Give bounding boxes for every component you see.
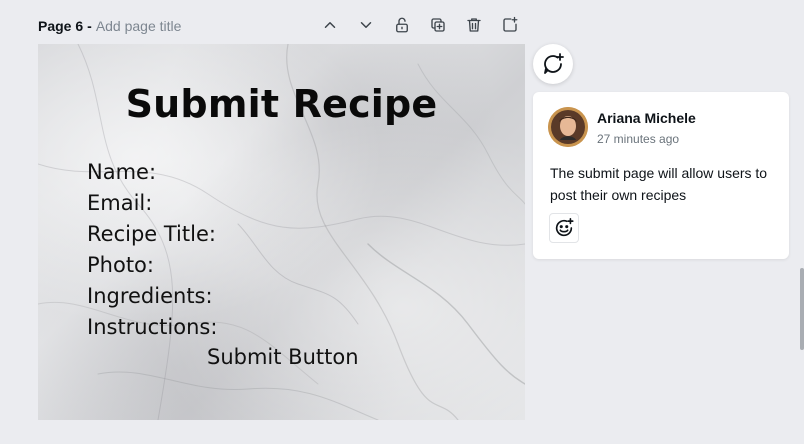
comment-card: Ariana Michele 27 minutes ago The submit… bbox=[533, 92, 789, 259]
move-page-down-button[interactable] bbox=[354, 13, 378, 37]
add-page-button[interactable] bbox=[498, 13, 522, 37]
recipe-heading[interactable]: Submit Recipe bbox=[38, 82, 525, 126]
move-page-up-button[interactable] bbox=[318, 13, 342, 37]
field-email-label[interactable]: Email: bbox=[87, 188, 217, 219]
add-comment-button[interactable] bbox=[533, 44, 573, 84]
trash-icon bbox=[467, 18, 481, 32]
user-photo-icon bbox=[548, 107, 588, 147]
field-instructions-label[interactable]: Instructions: bbox=[87, 312, 217, 343]
chevron-down-icon bbox=[360, 22, 372, 28]
comment-author: Ariana Michele bbox=[597, 110, 696, 126]
comment-text: The submit page will allow users to post… bbox=[550, 165, 768, 203]
comment-add-icon bbox=[544, 53, 564, 74]
form-field-list: Name: Email: Recipe Title: Photo: Ingred… bbox=[87, 157, 217, 343]
add-reaction-button[interactable] bbox=[549, 213, 579, 243]
avatar[interactable] bbox=[548, 107, 588, 147]
page-toolbar bbox=[318, 13, 534, 37]
lock-page-button[interactable] bbox=[390, 13, 414, 37]
page-number: Page 6 bbox=[38, 18, 84, 34]
scrollbar[interactable] bbox=[800, 268, 804, 350]
duplicate-page-button[interactable] bbox=[426, 13, 450, 37]
add-page-icon bbox=[503, 16, 518, 32]
field-recipe-title-label[interactable]: Recipe Title: bbox=[87, 219, 217, 250]
field-photo-label[interactable]: Photo: bbox=[87, 250, 217, 281]
design-canvas[interactable]: Submit Recipe Name: Email: Recipe Title:… bbox=[38, 44, 525, 420]
emoji-add-icon bbox=[555, 218, 574, 237]
page-header: Page 6 - Add page title bbox=[38, 17, 181, 35]
page-separator: - bbox=[87, 18, 92, 34]
chevron-up-icon bbox=[324, 22, 336, 28]
comment-timestamp: 27 minutes ago bbox=[597, 132, 680, 146]
duplicate-icon bbox=[431, 18, 445, 32]
submit-button-text[interactable]: Submit Button bbox=[207, 345, 359, 369]
field-name-label[interactable]: Name: bbox=[87, 157, 217, 188]
unlock-icon bbox=[396, 17, 408, 33]
page-title-input[interactable]: Add page title bbox=[96, 18, 182, 34]
delete-page-button[interactable] bbox=[462, 13, 486, 37]
field-ingredients-label[interactable]: Ingredients: bbox=[87, 281, 217, 312]
